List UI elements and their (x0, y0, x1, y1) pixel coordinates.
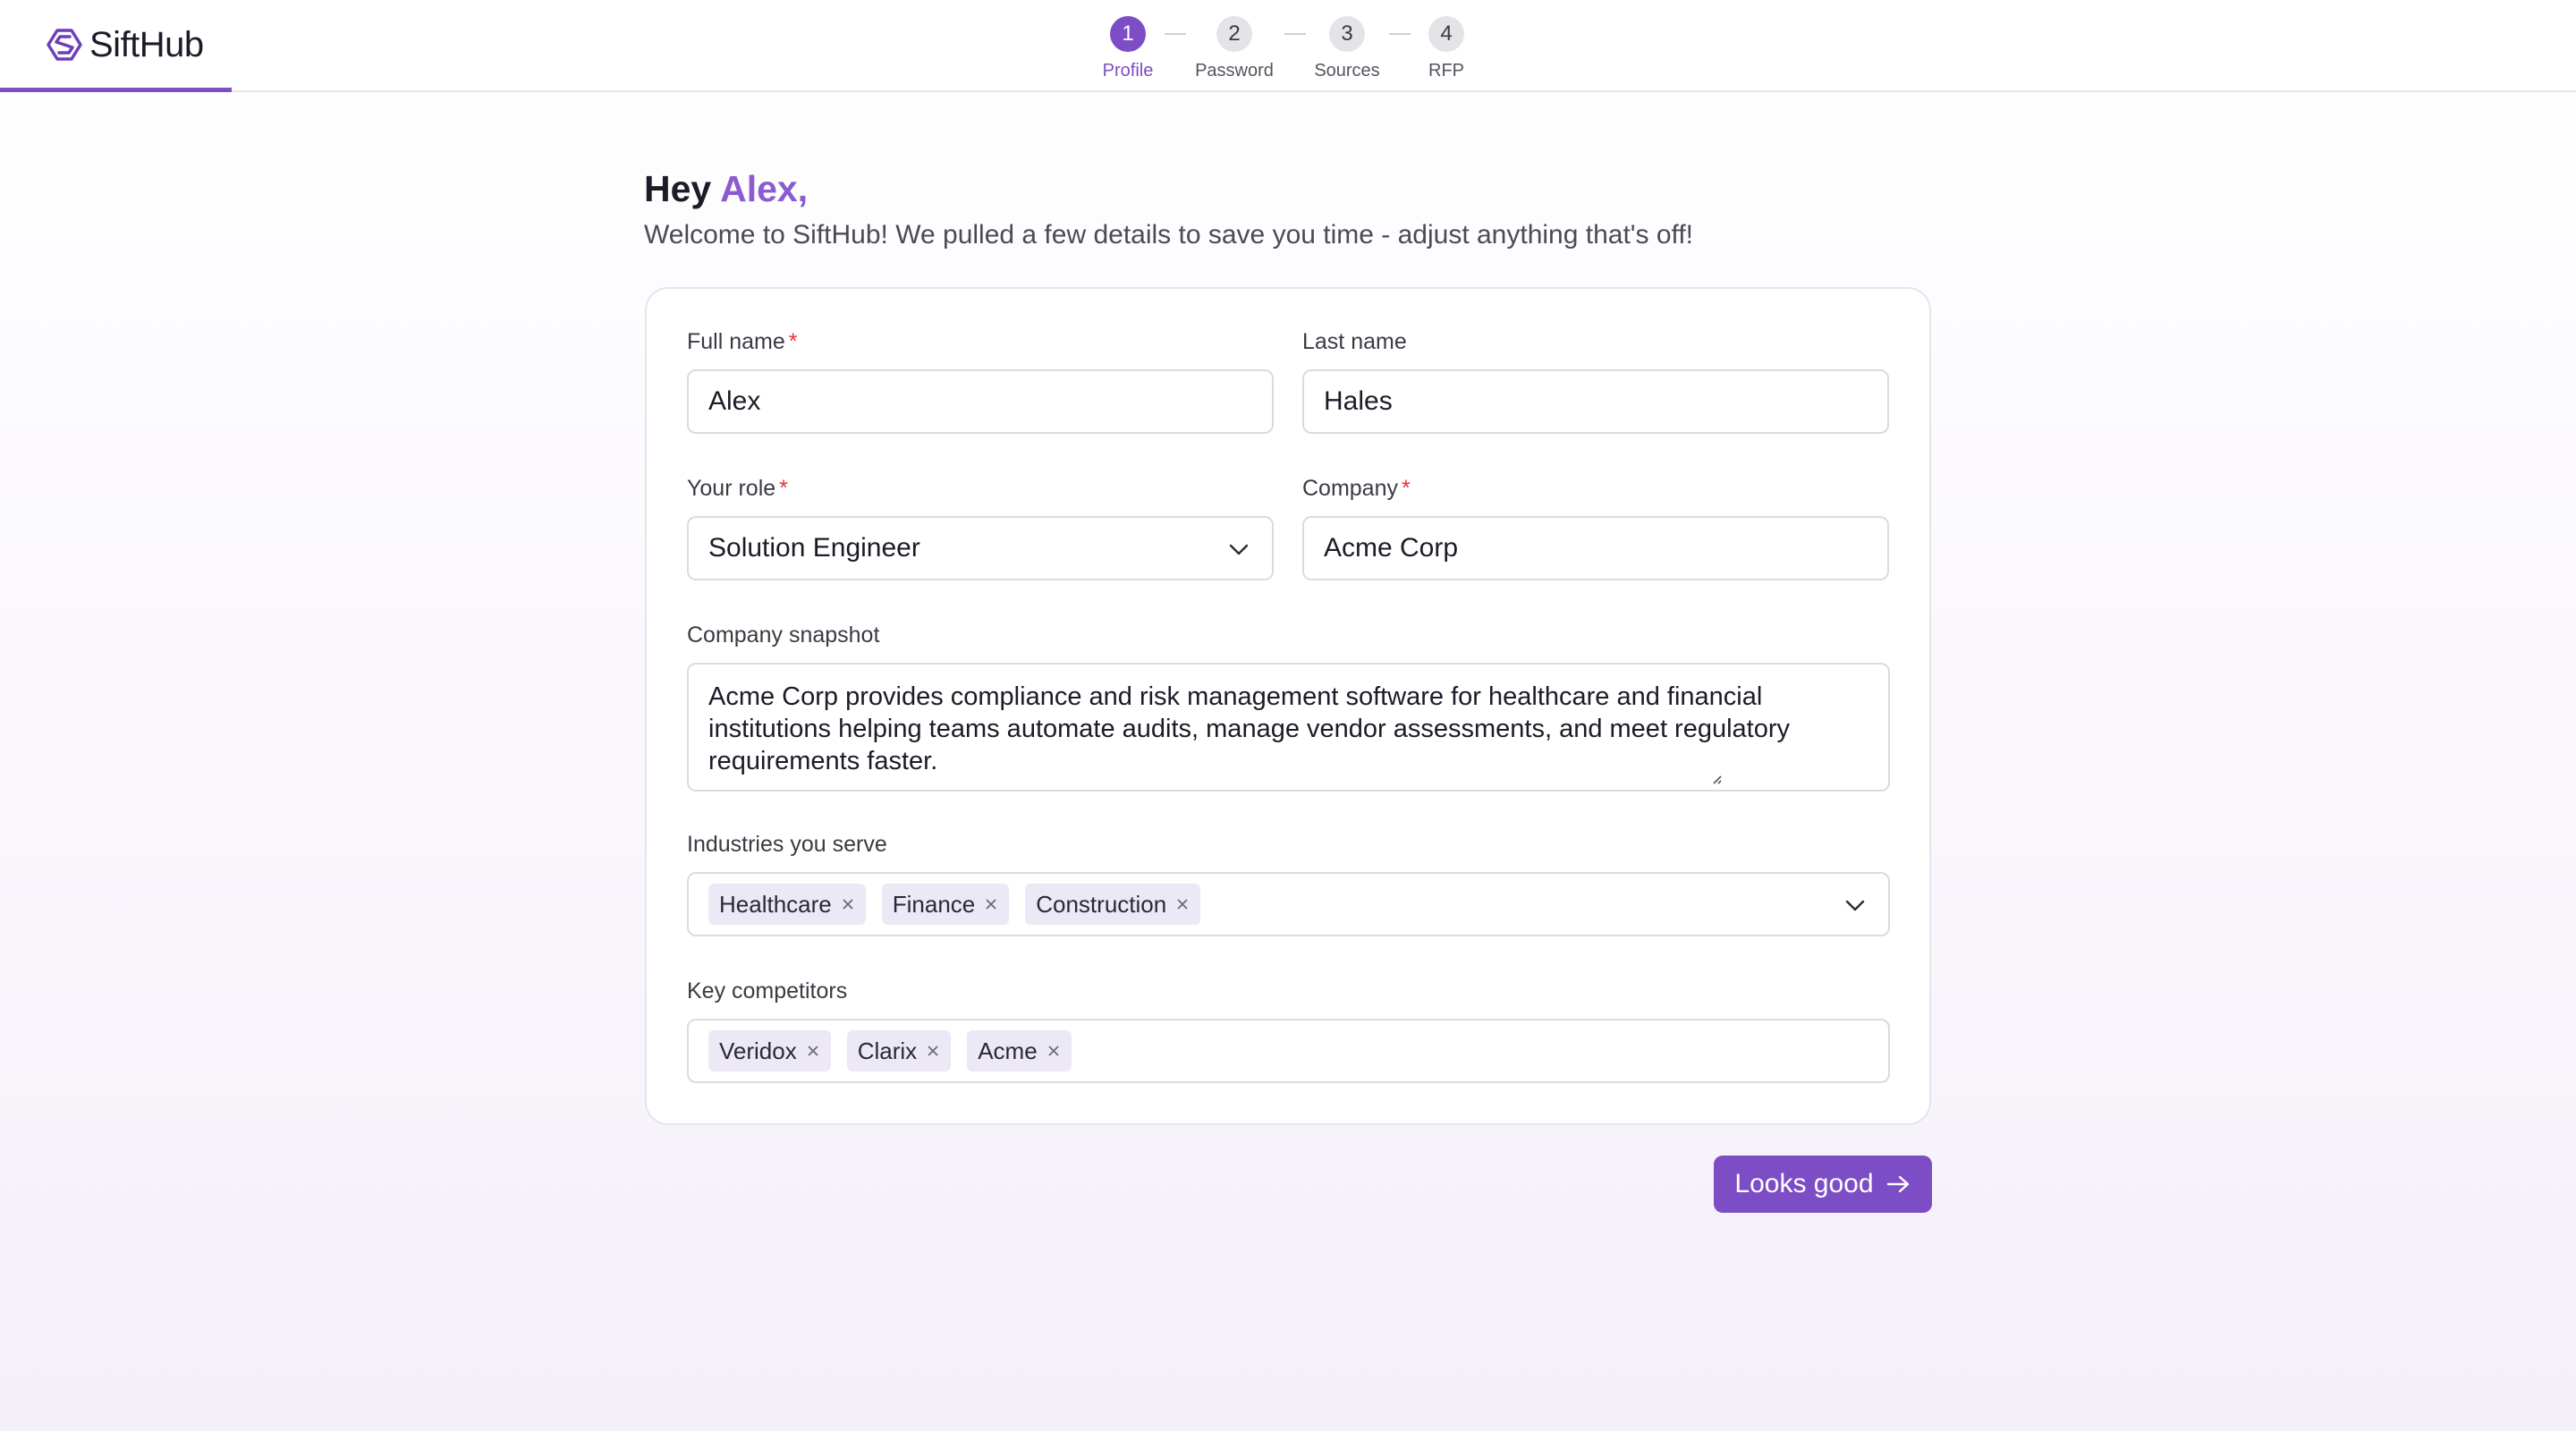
onboarding-progress-bar (0, 88, 233, 92)
tag-label: Clarix (857, 1037, 918, 1064)
role-label: Your role * (687, 476, 788, 502)
remove-tag-icon[interactable] (841, 897, 855, 911)
tag-label: Healthcare (719, 890, 832, 918)
profile-form-card: Full name * Alex Last name Hales Your rol… (645, 287, 1931, 1125)
remove-tag-icon[interactable] (1046, 1044, 1061, 1058)
company-snapshot-text: Acme Corp provides compliance and risk m… (708, 682, 1791, 775)
looks-good-label: Looks good (1734, 1169, 1874, 1198)
full-name-label-text: Full name (687, 329, 785, 354)
step-number: 2 (1216, 16, 1252, 52)
company-label-text: Company (1302, 476, 1398, 501)
step-label: RFP (1428, 61, 1464, 80)
competitor-tag: Veridox (708, 1030, 831, 1071)
step-sources[interactable]: 3 Sources (1293, 16, 1401, 81)
top-header: SiftHub 1 Profile 2 Password 3 Sources 4… (0, 0, 2576, 92)
competitors-label: Key competitors (687, 978, 848, 1003)
remove-tag-icon[interactable] (1175, 897, 1190, 911)
company-snapshot-label: Company snapshot (687, 622, 880, 648)
arrow-right-icon (1886, 1175, 1909, 1193)
industry-tag: Finance (881, 884, 1010, 925)
industries-label: Industries you serve (687, 832, 887, 857)
tag-label: Construction (1036, 890, 1167, 918)
remove-tag-icon[interactable] (984, 897, 998, 911)
step-label: Password (1195, 61, 1274, 80)
remove-tag-icon[interactable] (926, 1044, 940, 1058)
greeting-hey: Hey (644, 168, 712, 209)
company-label: Company * (1302, 476, 1411, 502)
competitor-tag: Clarix (846, 1030, 952, 1071)
required-marker: * (779, 476, 788, 501)
looks-good-button[interactable]: Looks good (1714, 1156, 1932, 1213)
resize-handle-icon[interactable] (1711, 774, 1722, 784)
tag-label: Veridox (719, 1037, 797, 1064)
last-name-label: Last name (1302, 329, 1407, 354)
step-rfp[interactable]: 4 RFP (1393, 16, 1500, 81)
remove-tag-icon[interactable] (806, 1044, 820, 1058)
step-label: Sources (1314, 61, 1380, 80)
onboarding-stepper: 1 Profile 2 Password 3 Sources 4 RFP (0, 16, 2576, 88)
step-number: 1 (1110, 16, 1146, 52)
tag-label: Finance (892, 890, 976, 918)
last-name-input[interactable]: Hales (1302, 369, 1889, 434)
step-password[interactable]: 2 Password (1181, 16, 1288, 81)
page-subtitle: Welcome to SiftHub! We pulled a few deta… (644, 220, 1694, 250)
chevron-down-icon (1845, 900, 1865, 911)
page-title: Hey Alex, (644, 168, 808, 210)
required-marker: * (1402, 476, 1411, 501)
full-name-input[interactable]: Alex (687, 369, 1274, 434)
required-marker: * (788, 329, 798, 354)
step-number: 4 (1428, 16, 1464, 52)
greeting-name: Alex, (720, 168, 809, 209)
step-profile[interactable]: 1 Profile (1074, 16, 1182, 81)
tag-label: Acme (978, 1037, 1038, 1064)
full-name-label: Full name * (687, 329, 798, 355)
competitor-tag: Acme (967, 1030, 1072, 1071)
step-number: 3 (1329, 16, 1365, 52)
company-snapshot-textarea[interactable]: Acme Corp provides compliance and risk m… (687, 663, 1890, 792)
role-select-value: Solution Engineer (708, 533, 920, 563)
role-label-text: Your role (687, 476, 776, 501)
role-select[interactable]: Solution Engineer (687, 516, 1274, 580)
industries-tag-list: Healthcare Finance Construction (708, 884, 1201, 925)
industry-tag: Healthcare (708, 884, 866, 925)
chevron-down-icon (1229, 544, 1249, 555)
company-input[interactable]: Acme Corp (1302, 516, 1889, 580)
competitors-tag-list: Veridox Clarix Acme (708, 1030, 1072, 1071)
industry-tag: Construction (1025, 884, 1201, 925)
step-label: Profile (1102, 61, 1154, 80)
